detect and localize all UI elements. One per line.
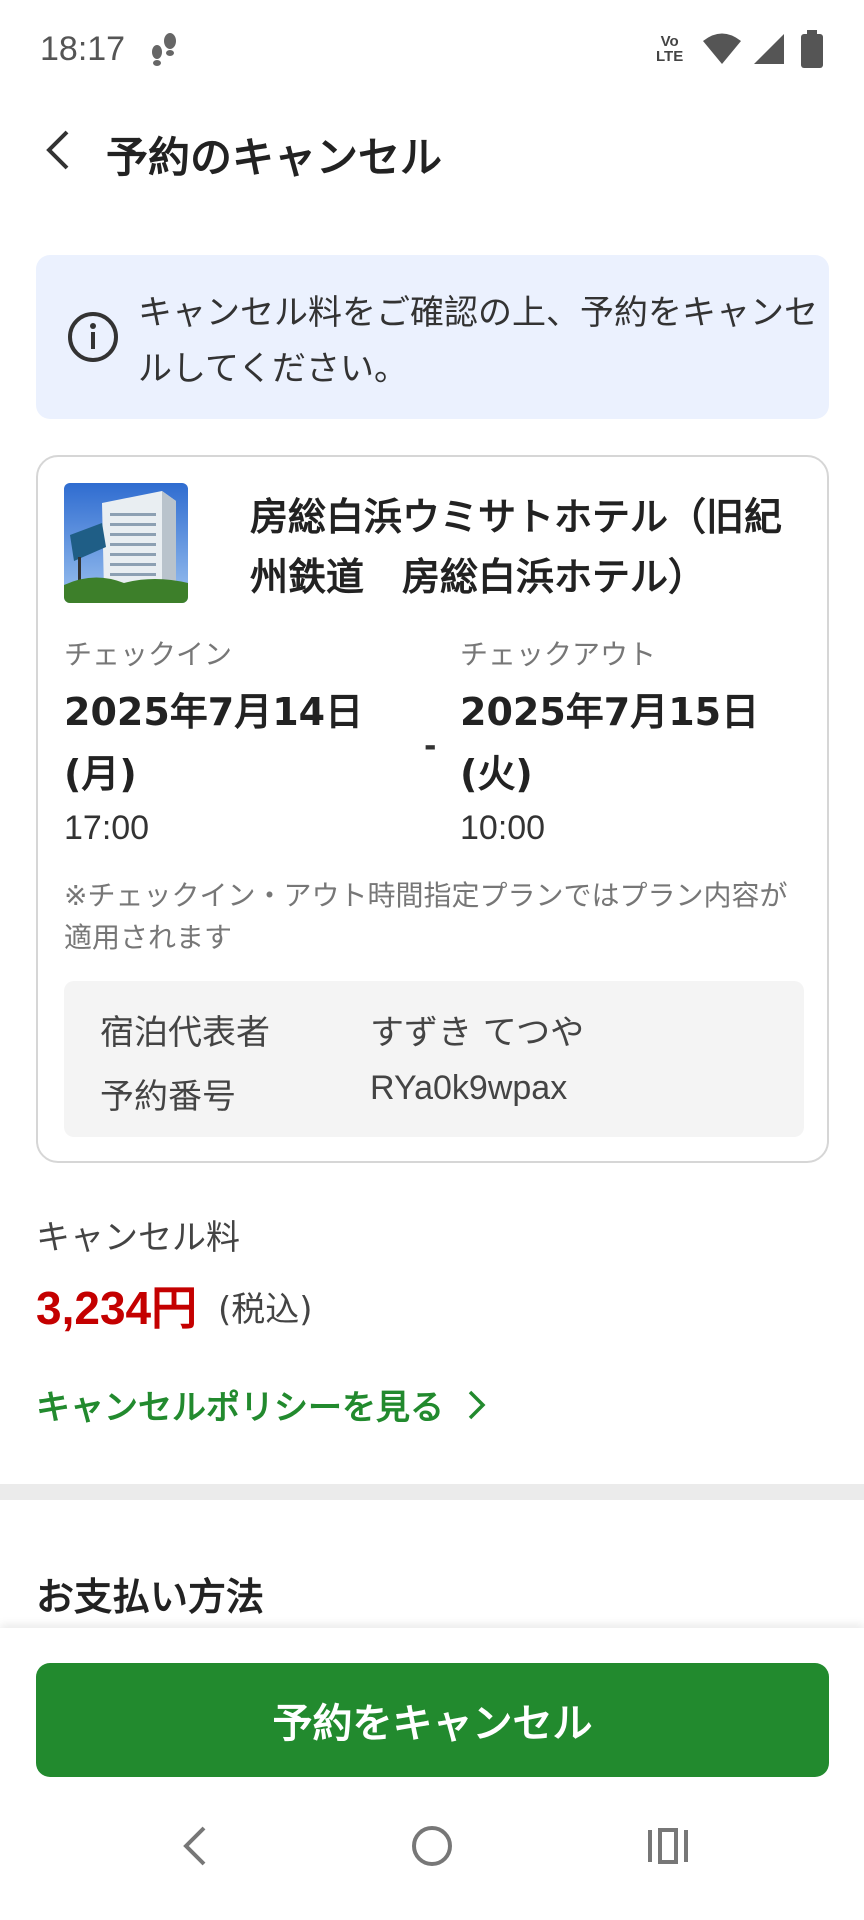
guest-info-box: 宿泊代表者 すずき てつや 予約番号 RYa0k9wpax xyxy=(64,981,804,1137)
date-separator: - xyxy=(424,729,437,764)
app-header: 予約のキャンセル xyxy=(0,100,864,200)
battery-icon xyxy=(801,30,823,68)
cancel-fee-amount: 3,234円 xyxy=(36,1282,198,1334)
info-banner: キャンセル料をご確認の上、予約をキャンセルしてください。 xyxy=(36,255,829,419)
nav-recents-icon[interactable] xyxy=(646,1826,690,1866)
checkin-time: 17:00 xyxy=(64,809,150,847)
cancel-fee-label: キャンセル料 xyxy=(36,1218,240,1258)
booking-card: 房総白浜ウミサトホテル（旧紀州鉄道 房総白浜ホテル） チェックイン 2025年7… xyxy=(36,455,829,1163)
cancel-policy-link[interactable]: キャンセルポリシーを見る xyxy=(36,1380,488,1429)
back-button[interactable] xyxy=(30,122,86,178)
nav-home-icon[interactable] xyxy=(410,1824,454,1868)
volte-indicator: Vo LTE xyxy=(656,33,684,65)
system-nav-bar xyxy=(0,1778,864,1920)
section-divider xyxy=(0,1484,864,1500)
page-title: 予約のキャンセル xyxy=(106,133,443,182)
bottom-action-bar: 予約をキャンセル xyxy=(0,1628,864,1778)
cancel-policy-label: キャンセルポリシーを見る xyxy=(36,1388,444,1428)
info-message: キャンセル料をご確認の上、予約をキャンセルしてください。 xyxy=(138,293,818,389)
reservation-number: RYa0k9wpax xyxy=(370,1069,568,1107)
representative-label: 宿泊代表者 xyxy=(100,1013,270,1053)
hotel-photo xyxy=(64,483,188,603)
cancel-reservation-button[interactable]: 予約をキャンセル xyxy=(36,1663,829,1777)
nav-back-icon[interactable] xyxy=(178,1822,212,1870)
checkin-label: チェックイン xyxy=(64,638,233,671)
reservation-number-label: 予約番号 xyxy=(100,1077,236,1117)
chevron-left-icon xyxy=(46,130,69,170)
status-bar: 18:17 Vo LTE xyxy=(0,0,864,100)
checkout-date: 2025年7月15日 (火) xyxy=(460,690,760,796)
tax-note: (税込) xyxy=(218,1290,313,1330)
plan-note: ※チェックイン・アウト時間指定プランではプラン内容が適用されます xyxy=(64,879,788,954)
chevron-right-icon xyxy=(468,1390,486,1419)
payment-method-title: お支払い方法 xyxy=(36,1575,265,1619)
wifi-icon xyxy=(703,33,741,64)
status-time: 18:17 xyxy=(40,30,126,68)
checkout-label: チェックアウト xyxy=(460,638,657,671)
representative-name: すずき てつや xyxy=(370,1013,585,1053)
checkin-date: 2025年7月14日 (月) xyxy=(64,690,364,796)
steps-icon xyxy=(152,33,176,66)
signal-icon xyxy=(754,34,784,64)
info-icon xyxy=(68,312,118,362)
hotel-name[interactable]: 房総白浜ウミサトホテル（旧紀州鉄道 房総白浜ホテル） xyxy=(250,487,810,607)
checkout-time: 10:00 xyxy=(460,809,546,847)
